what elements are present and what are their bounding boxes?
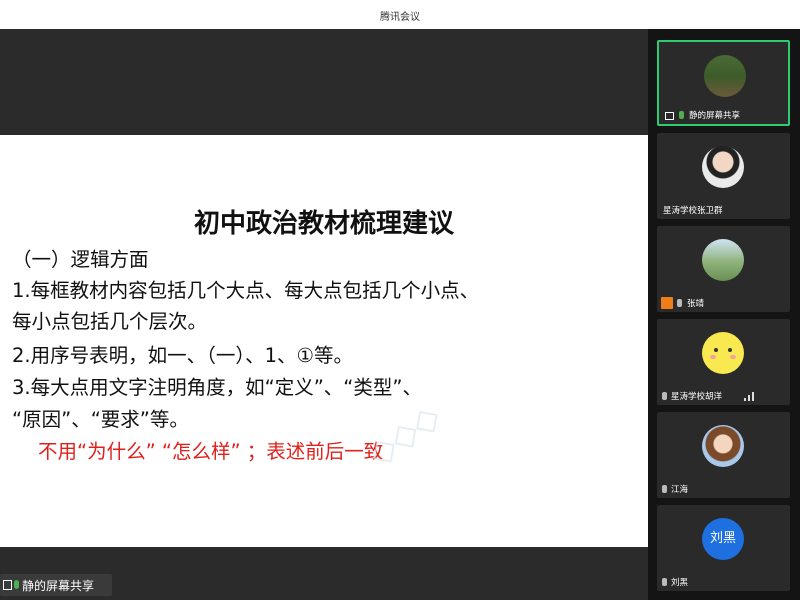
smiley-avatar bbox=[702, 332, 744, 374]
shared-slide: 初中政治教材梳理建议 （一）逻辑方面 1.每框教材内容包括几个大点、每大点包括几… bbox=[0, 135, 648, 547]
slide-title: 初中政治教材梳理建议 bbox=[193, 209, 454, 239]
mic-muted-icon bbox=[662, 392, 667, 400]
app-title: 腾讯会议 bbox=[380, 12, 420, 23]
mic-muted-icon bbox=[662, 578, 667, 586]
text-avatar: 刘黑 bbox=[702, 518, 744, 560]
participant-tile[interactable]: 星涛学校胡洋 bbox=[657, 319, 790, 405]
screen-share-area: 初中政治教材梳理建议 （一）逻辑方面 1.每框教材内容包括几个大点、每大点包括几… bbox=[0, 29, 648, 600]
participant-name: 刘黑 bbox=[671, 578, 689, 588]
outdoor-photo-avatar bbox=[702, 239, 744, 281]
slide-line-3: 2.用序号表明，如一、（一）、1、①等。 bbox=[12, 344, 353, 367]
participant-name: 静的屏幕共享 bbox=[689, 111, 741, 121]
slide-line-1: 1.每框教材内容包括几个大点、每大点包括几个小点、 bbox=[12, 279, 480, 302]
signal-icon bbox=[744, 392, 754, 401]
screen-share-icon bbox=[665, 112, 674, 120]
participant-name: 星涛学校张卫群 bbox=[663, 206, 723, 216]
screen-share-icon bbox=[3, 580, 12, 590]
mic-icon bbox=[14, 580, 19, 589]
participant-tile[interactable]: 江海 bbox=[657, 412, 790, 498]
mic-muted-icon bbox=[677, 299, 682, 307]
participant-tile[interactable]: 星涛学校张卫群 bbox=[657, 133, 790, 219]
participant-name: 张靖 bbox=[687, 299, 705, 309]
landscape-photo-avatar bbox=[704, 55, 746, 97]
slide-line-4: 3.每大点用文字注明角度，如“定义”、“类型”、 bbox=[12, 376, 423, 399]
slide-line-5: “原因”、“要求”等。 bbox=[12, 408, 189, 431]
screen-share-name: 静的屏幕共享 bbox=[22, 579, 95, 593]
host-icon bbox=[661, 297, 673, 309]
participant-tile[interactable]: 静的屏幕共享 bbox=[657, 40, 790, 126]
mic-icon bbox=[679, 111, 684, 119]
slide-line-2: 每小点包括几个层次。 bbox=[12, 310, 208, 333]
slide-heading: （一）逻辑方面 bbox=[12, 248, 149, 271]
participant-tile[interactable]: 刘黑 刘黑 bbox=[657, 505, 790, 591]
screen-share-label[interactable]: 静的屏幕共享 bbox=[0, 574, 112, 596]
cartoon-girl-avatar bbox=[702, 425, 744, 467]
avatar-text: 刘黑 bbox=[709, 531, 736, 546]
participant-tile[interactable]: 张靖 bbox=[657, 226, 790, 312]
person-photo-avatar bbox=[702, 146, 744, 188]
mic-muted-icon bbox=[662, 485, 667, 493]
slide-highlight: 不用“为什么” “怎么样” ；表述前后一致 bbox=[38, 440, 384, 463]
participant-name: 江海 bbox=[671, 485, 689, 495]
title-bar: 腾讯会议 bbox=[0, 0, 800, 29]
participant-name: 星涛学校胡洋 bbox=[671, 392, 723, 402]
